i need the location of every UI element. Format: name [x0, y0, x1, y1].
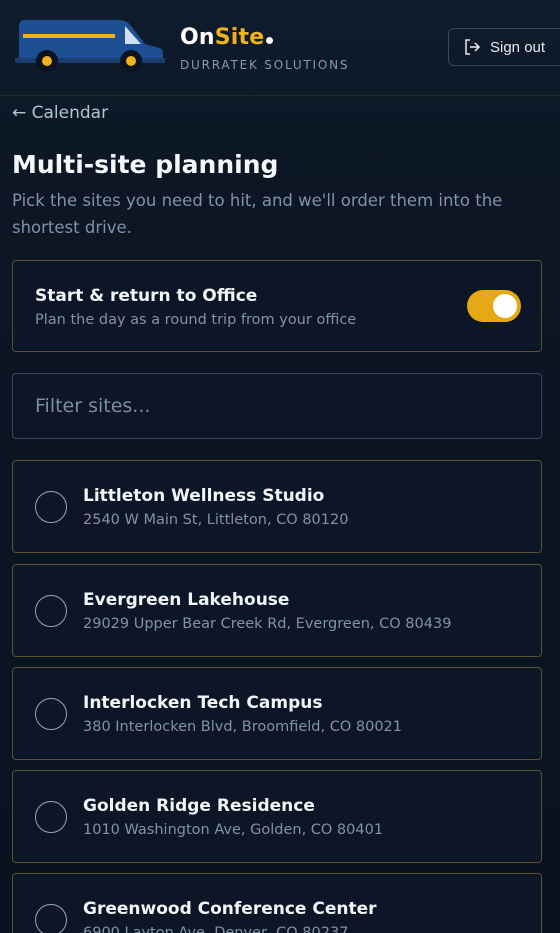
site-item[interactable]: Interlocken Tech Campus 380 Interlocken …	[12, 667, 542, 760]
sign-out-label: Sign out	[490, 38, 546, 56]
page-subtitle: Pick the sites you need to hit, and we'l…	[12, 191, 503, 237]
site-name: Evergreen Lakehouse	[83, 590, 290, 610]
site-name: Greenwood Conference Center	[83, 899, 377, 919]
round-trip-title: Start & return to Office	[35, 286, 258, 306]
site-name: Interlocken Tech Campus	[83, 693, 323, 713]
van-logo-icon	[15, 20, 165, 72]
brand-name-on: On	[180, 25, 215, 50]
site-item[interactable]: Evergreen Lakehouse 29029 Upper Bear Cre…	[12, 564, 542, 657]
sign-out-icon	[465, 39, 481, 55]
radio-unchecked-icon[interactable]	[35, 801, 67, 833]
site-name: Golden Ridge Residence	[83, 796, 315, 816]
site-address: 29029 Upper Bear Creek Rd, Evergreen, CO…	[83, 616, 452, 632]
toggle-knob	[493, 294, 517, 318]
filter-sites-input[interactable]	[12, 373, 542, 439]
radio-unchecked-icon[interactable]	[35, 491, 67, 523]
round-trip-toggle[interactable]	[467, 290, 521, 322]
site-address: 380 Interlocken Blvd, Broomfield, CO 800…	[83, 719, 403, 735]
brand: OnSite DURRATEK SOLUTIONS	[180, 24, 349, 72]
company-name: DURRATEK SOLUTIONS	[180, 58, 350, 72]
sign-out-button[interactable]: Sign out	[448, 28, 560, 66]
site-item[interactable]: Greenwood Conference Center 6900 Layton …	[12, 873, 542, 933]
site-item[interactable]: Golden Ridge Residence 1010 Washington A…	[12, 770, 542, 863]
site-address: 2540 W Main St, Littleton, CO 80120	[83, 512, 349, 528]
brand-name: OnSite	[180, 24, 349, 52]
site-address: 6900 Layton Ave, Denver, CO 80237	[83, 925, 349, 933]
site-address: 1010 Washington Ave, Golden, CO 80401	[83, 822, 384, 838]
app-header: OnSite DURRATEK SOLUTIONS Sign out	[0, 0, 560, 96]
radio-unchecked-icon[interactable]	[35, 595, 67, 627]
back-to-calendar-link[interactable]: ← Calendar	[12, 103, 108, 123]
brand-name-site: Site	[214, 25, 265, 50]
round-trip-description: Plan the day as a round trip from your o…	[35, 312, 357, 328]
page-title: Multi-site planning	[12, 150, 279, 179]
site-item[interactable]: Littleton Wellness Studio 2540 W Main St…	[12, 460, 542, 553]
radio-unchecked-icon[interactable]	[35, 698, 67, 730]
radio-unchecked-icon[interactable]	[35, 904, 67, 933]
site-name: Littleton Wellness Studio	[83, 486, 325, 506]
brand-dot	[266, 36, 274, 44]
round-trip-card: Start & return to Office Plan the day as…	[12, 260, 542, 352]
